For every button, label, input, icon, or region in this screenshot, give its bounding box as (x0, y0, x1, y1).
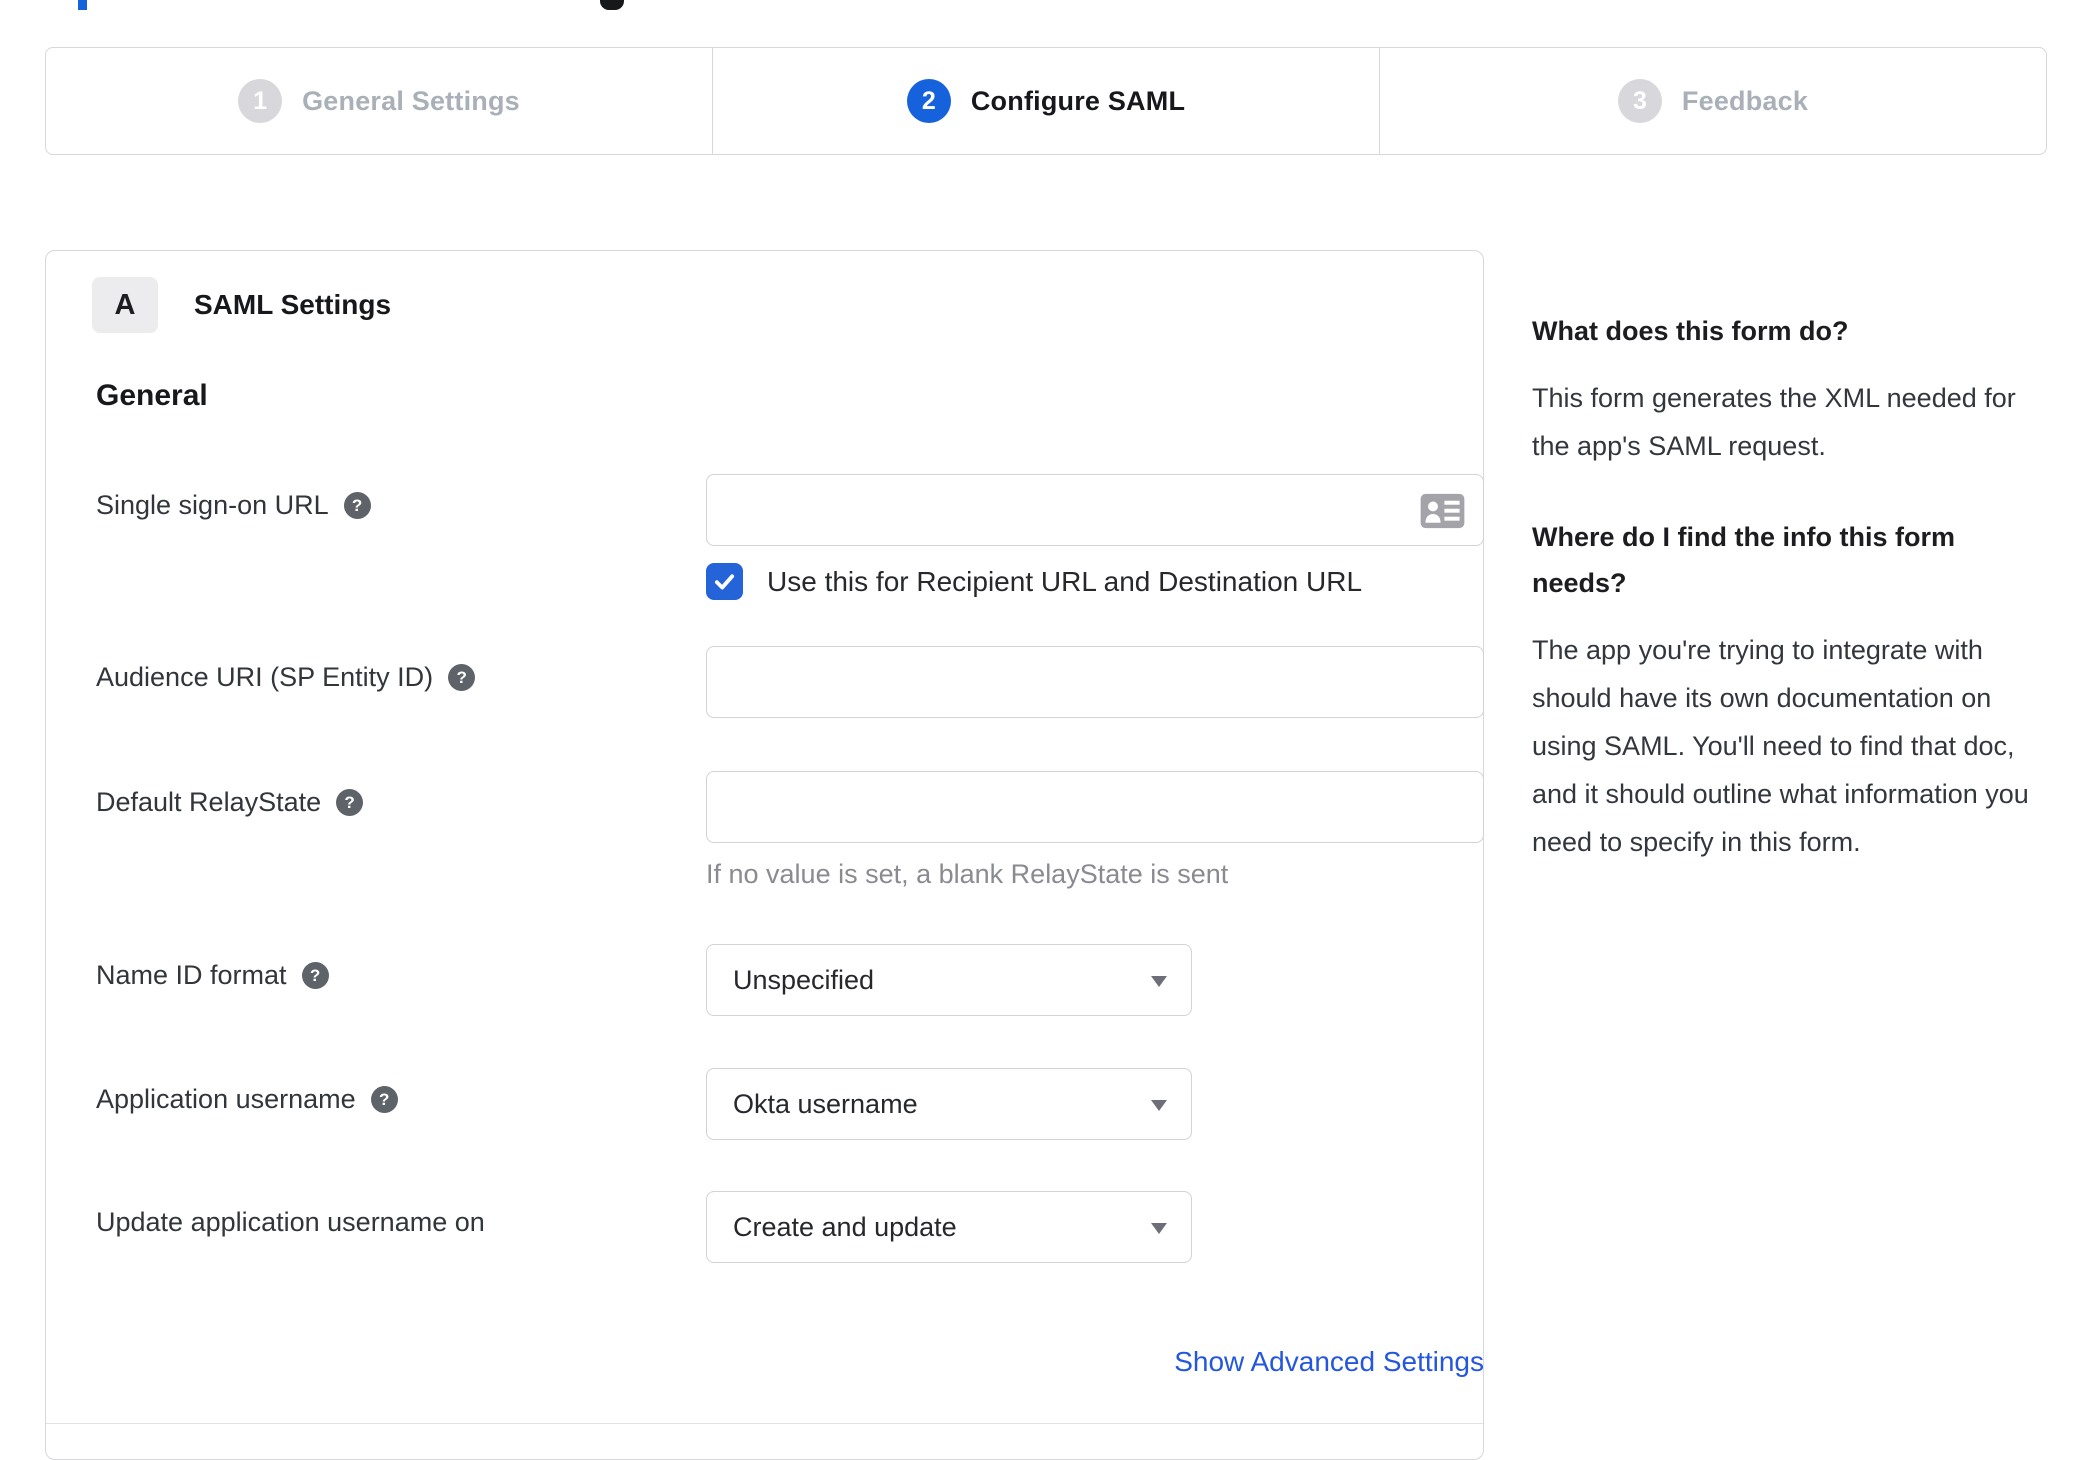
audience-uri-input[interactable] (706, 646, 1484, 718)
step-number-badge: 1 (238, 79, 283, 123)
update-username-select[interactable]: Create and update (706, 1191, 1192, 1263)
step-label: General Settings (302, 85, 520, 116)
name-id-format-label: Name ID format ? (96, 960, 329, 991)
audience-uri-label-text: Audience URI (SP Entity ID) (96, 662, 434, 692)
general-section-heading: General (96, 379, 208, 412)
step-configure-saml[interactable]: 2 Configure SAML (713, 48, 1380, 154)
sidebar-question-1: What does this form do? (1532, 316, 1849, 346)
panel-title: SAML Settings (194, 289, 392, 320)
help-icon[interactable]: ? (301, 962, 329, 989)
show-advanced-settings-link[interactable]: Show Advanced Settings (1174, 1346, 1484, 1377)
update-username-label-text: Update application username on (96, 1207, 485, 1237)
panel-header: A SAML Settings (92, 277, 391, 333)
update-username-label: Update application username on (96, 1207, 485, 1238)
sidebar-question-2: Where do I find the info this form needs… (1532, 522, 1955, 598)
recipient-url-checkbox-label: Use this for Recipient URL and Destinati… (767, 565, 1363, 597)
name-id-format-select[interactable]: Unspecified (706, 944, 1192, 1016)
relay-state-label: Default RelayState ? (96, 787, 364, 818)
clipped-logo-fragment (600, 0, 624, 10)
wizard-stepper: 1 General Settings 2 Configure SAML 3 Fe… (45, 47, 2047, 155)
chevron-down-icon (1151, 1100, 1167, 1111)
name-id-format-label-text: Name ID format (96, 960, 287, 990)
relay-state-label-text: Default RelayState (96, 787, 322, 817)
chevron-down-icon (1151, 1223, 1167, 1234)
name-id-format-value: Unspecified (733, 964, 875, 995)
application-username-label-text: Application username (96, 1084, 356, 1114)
relay-state-input[interactable] (706, 771, 1484, 843)
relay-state-hint: If no value is set, a blank RelayState i… (706, 859, 1229, 889)
update-username-value: Create and update (733, 1211, 957, 1242)
help-icon[interactable]: ? (336, 789, 364, 816)
application-username-label: Application username ? (96, 1084, 398, 1115)
section-divider (46, 1423, 1483, 1424)
sidebar-answer-2: The app you're trying to integrate with … (1532, 635, 2029, 857)
help-icon[interactable]: ? (448, 664, 476, 691)
contact-card-icon[interactable] (1419, 492, 1466, 535)
section-a-badge: A (92, 277, 158, 333)
saml-settings-panel: A SAML Settings General Single sign-on U… (45, 250, 1484, 1460)
application-username-select[interactable]: Okta username (706, 1068, 1192, 1140)
application-username-value: Okta username (733, 1088, 918, 1119)
recipient-url-checkbox[interactable] (706, 563, 743, 600)
step-number-badge: 3 (1617, 79, 1662, 123)
sso-url-input[interactable] (706, 474, 1484, 546)
step-number-badge: 2 (906, 79, 951, 123)
help-icon[interactable]: ? (370, 1086, 398, 1113)
sso-url-label-text: Single sign-on URL (96, 490, 329, 520)
step-feedback[interactable]: 3 Feedback (1380, 48, 2046, 154)
step-general-settings[interactable]: 1 General Settings (46, 48, 713, 154)
step-label: Feedback (1681, 85, 1809, 116)
sidebar-answer-1: This form generates the XML needed for t… (1532, 383, 2016, 461)
help-sidebar: What does this form do? This form genera… (1532, 308, 2056, 866)
sso-url-label: Single sign-on URL ? (96, 490, 371, 521)
clipped-title-fragment (78, 0, 87, 10)
step-label: Configure SAML (970, 85, 1186, 116)
help-icon[interactable]: ? (343, 492, 371, 519)
audience-uri-label: Audience URI (SP Entity ID) ? (96, 662, 476, 693)
chevron-down-icon (1151, 976, 1167, 987)
